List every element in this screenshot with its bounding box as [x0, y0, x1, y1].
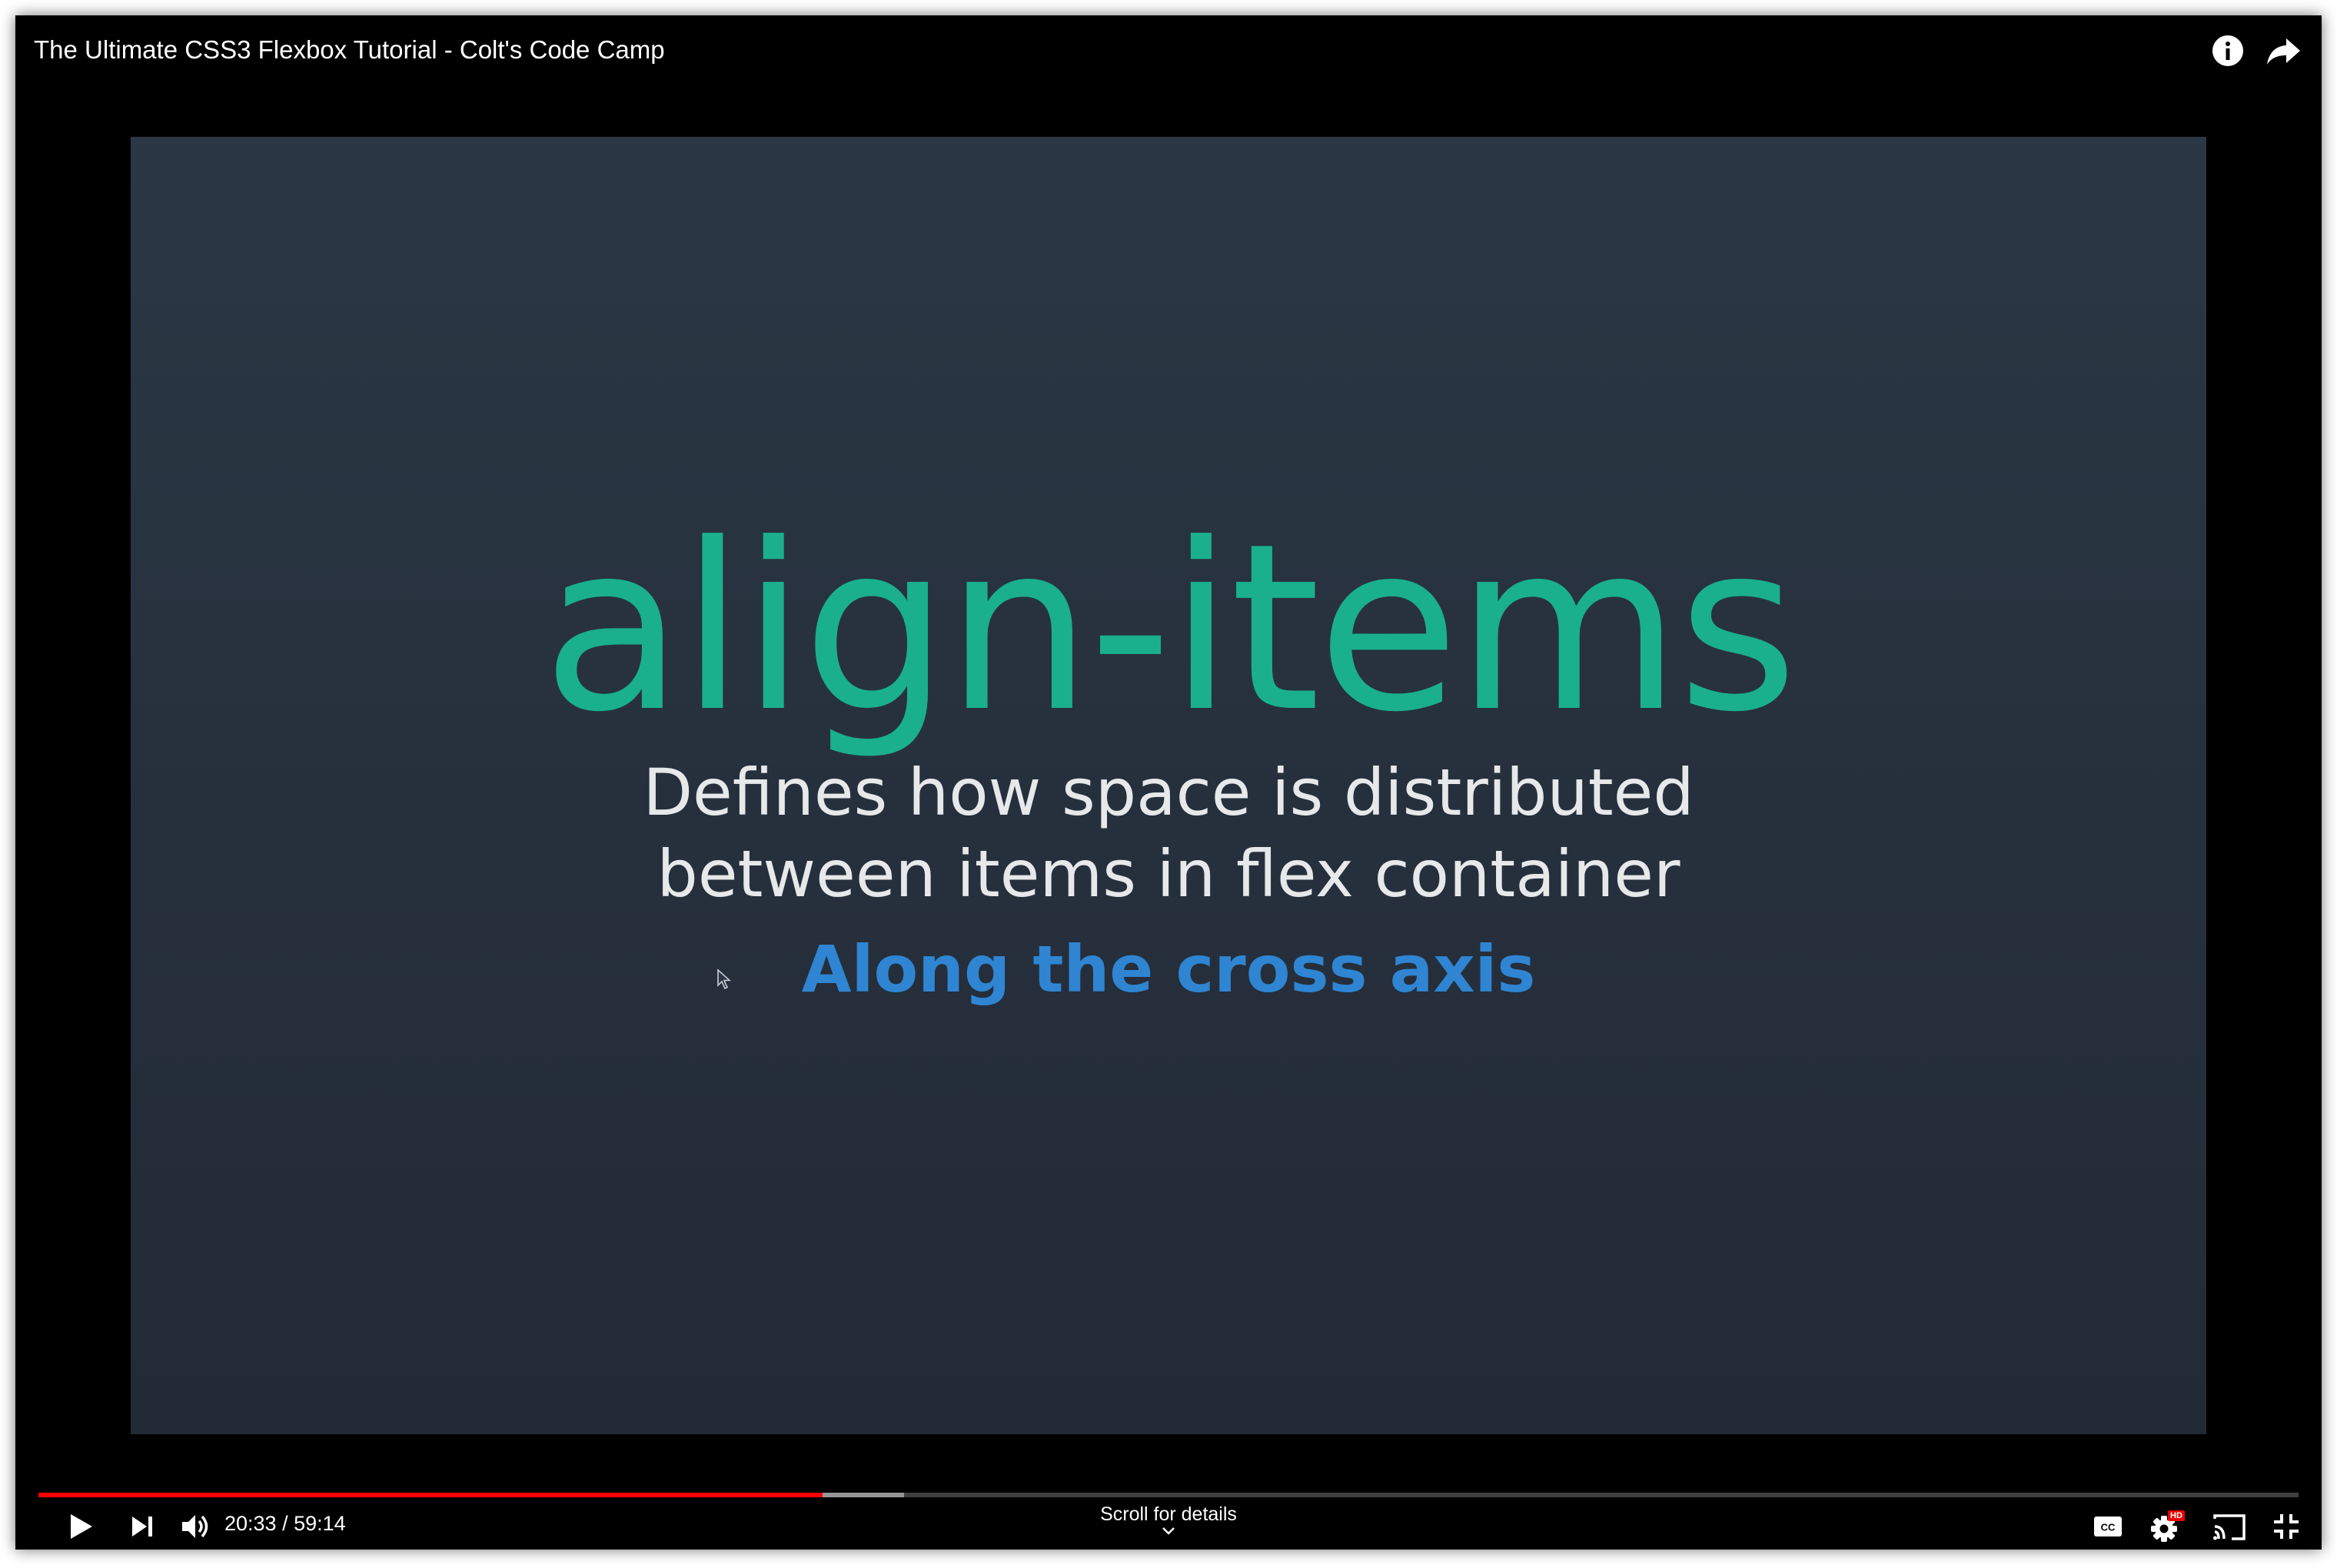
volume-button[interactable] [174, 1507, 220, 1550]
play-icon [65, 1511, 95, 1546]
settings-button[interactable]: HD [2145, 1505, 2191, 1550]
slide-description-line: between items in flex container [657, 836, 1680, 912]
mouse-cursor-icon [716, 968, 732, 994]
slide-description: Defines how space is distributed between… [131, 752, 2206, 915]
progress-bar[interactable] [38, 1493, 2299, 1497]
time-display: 20:33 / 59:14 [224, 1512, 346, 1535]
share-icon[interactable] [2266, 34, 2302, 71]
scroll-hint-label: Scroll for details [1100, 1503, 1237, 1525]
played-bar [38, 1493, 823, 1497]
next-icon [128, 1513, 155, 1544]
hd-badge: HD [2168, 1510, 2185, 1521]
exit-fullscreen-button[interactable] [2265, 1507, 2308, 1550]
slide-heading: align-items [542, 494, 1797, 762]
play-button[interactable] [58, 1507, 101, 1550]
subtitles-icon: CC [2093, 1515, 2123, 1542]
next-button[interactable] [120, 1507, 163, 1550]
cast-button[interactable] [2208, 1507, 2251, 1550]
svg-text:CC: CC [2101, 1521, 2116, 1533]
chevron-down-icon [1069, 1526, 1268, 1540]
exit-fullscreen-icon [2272, 1513, 2300, 1544]
video-title[interactable]: The Ultimate CSS3 Flexbox Tutorial - Col… [34, 35, 665, 65]
scroll-for-details[interactable]: Scroll for details [1069, 1503, 1268, 1540]
volume-icon [180, 1511, 214, 1546]
settings-icon: HD [2148, 1507, 2188, 1547]
slide-description-line: Defines how space is distributed [643, 755, 1694, 830]
subtitles-button[interactable]: CC [2088, 1508, 2128, 1548]
info-icon[interactable] [2211, 34, 2245, 71]
video-player[interactable]: The Ultimate CSS3 Flexbox Tutorial - Col… [15, 15, 2322, 1550]
slide-subheading: Along the cross axis [801, 932, 1536, 1007]
video-frame[interactable]: align-items Defines how space is distrib… [131, 137, 2206, 1434]
cast-icon [2212, 1511, 2247, 1546]
